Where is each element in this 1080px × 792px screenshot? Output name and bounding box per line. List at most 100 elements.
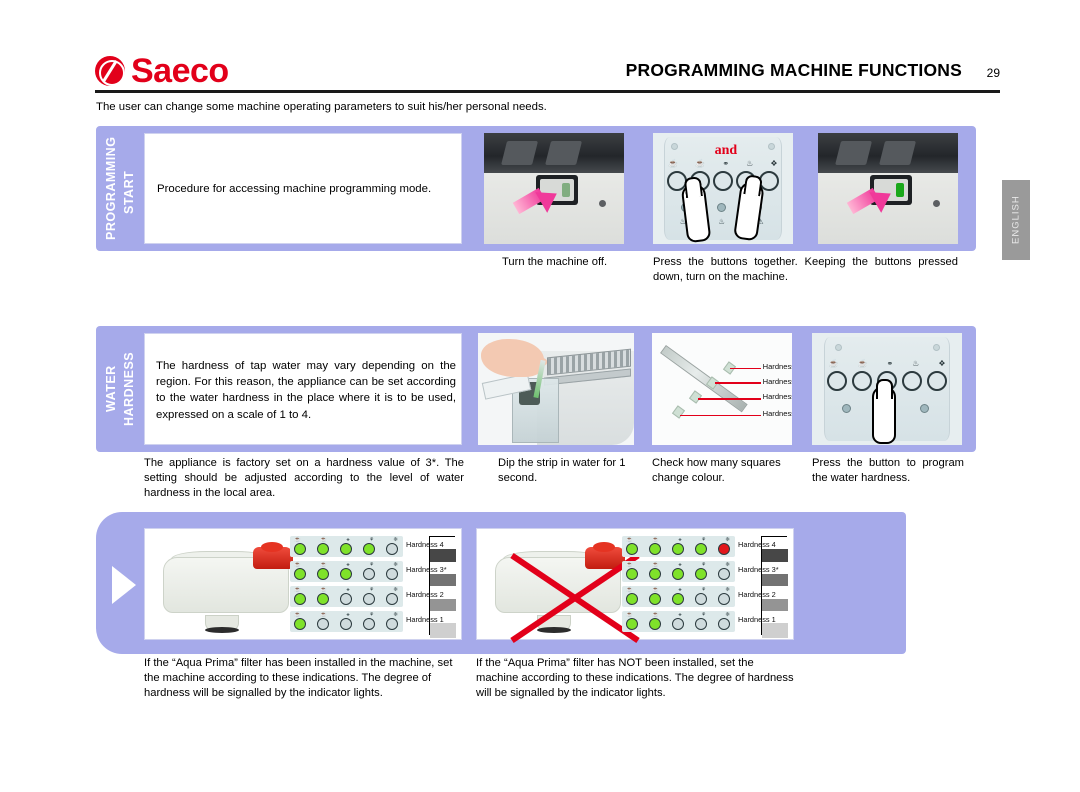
led-indicator-off	[695, 593, 707, 605]
machine-lid	[818, 133, 958, 176]
led-indicator-off	[386, 543, 398, 555]
machine-lid	[484, 133, 624, 176]
steam-icon: ❖	[938, 358, 946, 368]
led-indicator-on	[340, 568, 352, 580]
button-symbol-row: ☕ ☕ ⚭ ♨ ❖	[829, 359, 946, 368]
vertical-label-start: START	[122, 170, 136, 214]
led-indicator-off	[718, 593, 730, 605]
button-coffee-small[interactable]	[827, 371, 847, 392]
led-indicator-off	[386, 593, 398, 605]
power-switch-led-on	[896, 183, 904, 198]
led-row-lights	[626, 618, 730, 630]
led-indicator-on	[317, 568, 329, 580]
saeco-logo-icon	[95, 56, 125, 86]
led-row: ☕ ☕ ⚹ ⚘ ❈ Hardness 3*	[622, 561, 779, 582]
led-indicator-on	[626, 618, 638, 630]
led-row-label: Hardness 1	[406, 615, 444, 624]
coffee-cup-large-icon: ☕	[695, 158, 706, 168]
control-panel-illustration: ☕ ☕ ⚭ ♨ ❖ ♨ ♨ ⚠ and	[653, 133, 793, 244]
led-row-label: Hardness 1	[738, 615, 776, 624]
programming-description: Procedure for accessing machine programm…	[157, 183, 432, 195]
caption-turn-machine-off: Turn the machine off.	[502, 256, 608, 268]
led-indicator-on	[294, 568, 306, 580]
led-row: ☕ ☕ ⚹ ⚘ ❈ Hardness 2	[622, 586, 776, 607]
led-row-lights	[294, 618, 398, 630]
screw-icon	[598, 199, 606, 207]
machine-rear-illustration	[484, 133, 624, 244]
test-strip-illustration: Hardness 4 Hardness 3 Hardness 2 Hardnes…	[652, 333, 792, 445]
led-row-lights	[294, 568, 398, 580]
coffee-cup-small-icon: ☕	[828, 358, 839, 368]
led-indicator-off	[718, 618, 730, 630]
led-indicator-on	[672, 593, 684, 605]
photo-dip-strip-in-water	[478, 333, 634, 445]
aqua-prima-filter-image	[159, 541, 299, 633]
button-coffee-large[interactable]	[852, 371, 872, 392]
indicator-led-2	[717, 202, 727, 212]
steam-icon: ❖	[770, 158, 778, 168]
led-indication-table-with-filter: ☕ ☕ ⚹ ⚘ ❈ Hardness 4 ☕ ☕ ⚹ ⚘ ❈ Hardness 3* ☕ ☕ ⚹ ⚘ ❈ Hard…	[290, 536, 456, 639]
led-indicator-off	[718, 568, 730, 580]
saeco-logo: Saeco	[95, 54, 229, 88]
machine-rear-illustration-on	[818, 133, 958, 244]
water-hardness-description: The hardness of tap water may vary depen…	[156, 360, 456, 421]
grayscale-swatch	[762, 623, 788, 639]
button-symbol-row: ☕ ☕ ⚭ ♨ ❖	[668, 159, 777, 168]
water-icon: ♨	[718, 217, 725, 227]
led-row: ☕ ☕ ⚹ ⚘ ❈ Hardness 2	[290, 586, 444, 607]
aqua-prima-filter-image-crossed	[491, 541, 640, 643]
saeco-logo-text: Saeco	[131, 52, 229, 90]
corner-led-right	[767, 142, 775, 150]
callout-line-3	[715, 382, 762, 384]
led-indicator-on	[626, 543, 638, 555]
led-indicator-on	[626, 568, 638, 580]
led-indicator-on	[649, 618, 661, 630]
led-indicator-on	[649, 593, 661, 605]
photo-press-program-button: ☕ ☕ ⚭ ♨ ❖	[812, 333, 962, 445]
coffee-cup-large-icon: ☕	[857, 358, 868, 368]
strip-patch-1	[672, 405, 686, 419]
led-indicator-on	[626, 593, 638, 605]
led-indicator-off	[695, 618, 707, 630]
led-indicator-on	[695, 568, 707, 580]
callout-line-4	[730, 367, 762, 370]
filter-not-installed-panel: ☕ ☕ ⚹ ⚘ ❈ Hardness 4 ☕ ☕ ⚹ ⚘ ❈ Hardness 3* ☕ ☕ ⚹ ⚘ ❈ Hard…	[476, 528, 794, 643]
language-tab-label: ENGLISH	[1010, 195, 1022, 245]
screw-icon	[932, 199, 940, 207]
led-row-label: Hardness 3*	[738, 565, 779, 574]
corner-led-left	[834, 344, 842, 352]
photo-control-panel-two-buttons: ☕ ☕ ⚭ ♨ ❖ ♨ ♨ ⚠ and	[653, 133, 793, 244]
filter-installed-panel: ☕ ☕ ⚹ ⚘ ❈ Hardness 4 ☕ ☕ ⚹ ⚘ ❈ Hardness 3* ☕ ☕ ⚹ ⚘ ❈ Hard…	[144, 528, 462, 640]
led-indicator-on	[294, 618, 306, 630]
led-indicator-on	[317, 593, 329, 605]
led-row-lights	[626, 543, 730, 555]
led-row: ☕ ☕ ⚹ ⚘ ❈ Hardness 4	[290, 536, 444, 557]
caption-filter-installed: If the “Aqua Prima” filter has been inst…	[144, 657, 453, 700]
led-indicator-red	[718, 543, 730, 555]
button-steam[interactable]	[927, 371, 947, 392]
vertical-label-programming: PROGRAMMING	[104, 136, 118, 241]
led-row-label: Hardness 2	[738, 590, 776, 599]
led-row: ☕ ☕ ⚹ ⚘ ❈ Hardness 3*	[290, 561, 447, 582]
strip-label-hardness-3: Hardness 3	[762, 376, 792, 386]
led-indicator-off	[386, 568, 398, 580]
red-filter-cap	[253, 542, 293, 569]
led-indicator-off	[340, 593, 352, 605]
test-strip-bar	[660, 345, 748, 413]
button-beans[interactable]	[902, 371, 922, 392]
callout-line-2	[698, 397, 762, 400]
strip-label-hardness-1: Hardness 1	[762, 409, 792, 419]
led-row-label: Hardness 2	[406, 590, 444, 599]
button-center[interactable]	[713, 170, 733, 191]
led-indicator-on	[672, 568, 684, 580]
hand-illustration	[481, 338, 548, 377]
led-row-lights	[294, 543, 398, 555]
key-icon: ⚭	[886, 358, 894, 368]
led-row-label: Hardness 3*	[406, 565, 447, 574]
led-indicator-on	[649, 568, 661, 580]
header-divider	[95, 90, 1000, 93]
caption-factory-setting: The appliance is factory set on a hardne…	[144, 457, 464, 500]
tank-ring	[205, 627, 239, 633]
page-number: 29	[986, 66, 1000, 80]
led-row-label: Hardness 4	[406, 540, 444, 549]
